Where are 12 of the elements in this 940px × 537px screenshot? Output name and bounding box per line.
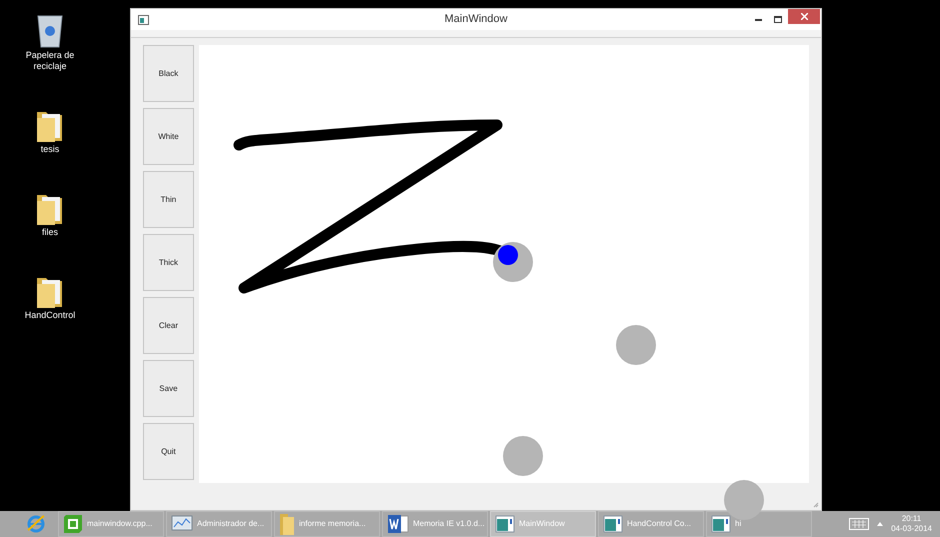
tool-button[interactable]: Thin xyxy=(143,171,194,228)
tool-button[interactable]: Clear xyxy=(143,297,194,354)
tool-button[interactable]: White xyxy=(143,108,194,165)
desktop-icon-label[interactable]: files xyxy=(42,227,58,238)
desktop-icon-label[interactable]: Papelera de reciclaje xyxy=(15,50,85,72)
tool-button[interactable]: Black xyxy=(143,45,194,102)
tool-button[interactable]: Thick xyxy=(143,234,194,291)
tool-button[interactable]: Quit xyxy=(143,423,194,480)
desktop-icon-label[interactable]: HandControl xyxy=(24,310,76,321)
desktop-icon-label[interactable]: tesis xyxy=(40,144,60,155)
tool-button[interactable]: Save xyxy=(143,360,194,417)
window-title: MainWindow xyxy=(444,12,508,28)
